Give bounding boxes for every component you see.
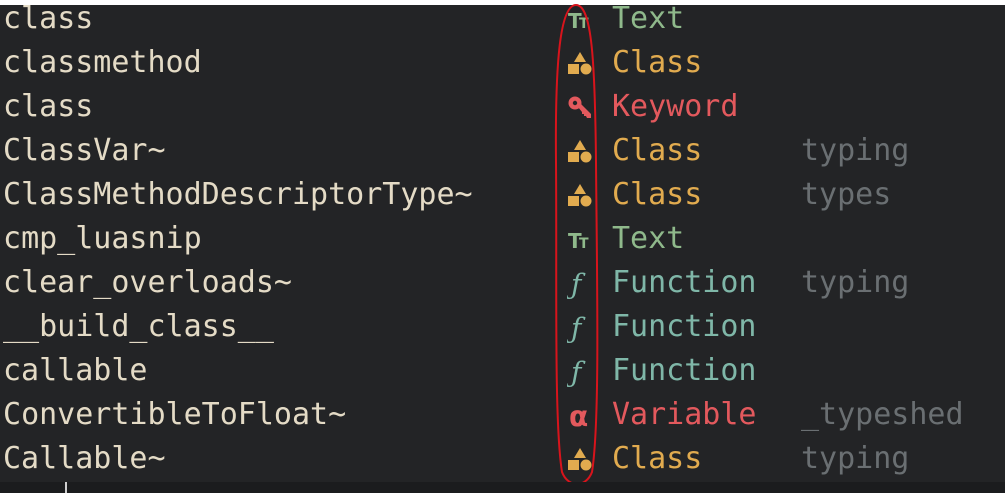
completion-word-rest: ear_overloads~ (39, 265, 292, 300)
svg-text:T: T (579, 16, 589, 32)
completion-word: callable (3, 349, 148, 393)
completion-word: cmp_luasnip (3, 217, 202, 261)
completion-word: ConvertibleToFloat~ (3, 393, 346, 437)
editor-screen: class TT Text classmethod Class class Ke… (0, 0, 1005, 493)
completion-word-match: __build_class__ (3, 309, 274, 344)
completion-item[interactable]: clear_overloads~ ƒ Function typing (0, 261, 1005, 305)
completion-word-rest: onvertibleToFloat~ (21, 397, 347, 432)
completion-word-rest: llable~ (39, 441, 166, 476)
text-cursor (65, 482, 67, 493)
keyword-icon (560, 85, 600, 129)
class-icon (560, 41, 600, 85)
svg-text:ƒ: ƒ (567, 314, 586, 344)
completion-kind: Variable (612, 397, 757, 432)
svg-text:ƒ: ƒ (567, 358, 586, 388)
completion-item[interactable]: callable ƒ Function (0, 349, 1005, 393)
text-icon: TT (560, 217, 600, 261)
completion-item[interactable]: classmethod Class (0, 41, 1005, 85)
text-icon: TT (560, 0, 600, 41)
completion-word-match: ca (3, 353, 40, 388)
completion-word-match: Cla (3, 133, 58, 168)
svg-text:T: T (579, 236, 589, 252)
completion-word-match: cla (3, 1, 58, 36)
completion-kind: Class (612, 133, 703, 168)
completion-word-match: Ca (3, 441, 40, 476)
completion-kind: Class (612, 45, 703, 80)
svg-text:α: α (569, 402, 588, 432)
completion-item[interactable]: ClassVar~ Class typing (0, 129, 1005, 173)
completion-source: _typeshed (801, 397, 964, 432)
completion-word-match: C (3, 397, 22, 432)
completion-word-rest: mp_luasnip (21, 221, 202, 256)
completion-word: __build_class__ (3, 305, 274, 349)
completion-item[interactable]: Callable~ Class typing (0, 437, 1005, 481)
completion-kind: Class (612, 177, 703, 212)
command-line-text (2, 484, 24, 493)
class-icon (560, 437, 600, 481)
completion-word: ClassVar~ (3, 129, 166, 173)
completion-kind: Function (612, 309, 757, 344)
completion-item[interactable]: class Keyword (0, 85, 1005, 129)
completion-source: types (801, 177, 892, 212)
completion-kind: Function (612, 265, 757, 300)
completion-word-match: cla (3, 89, 58, 124)
variable-icon: α (560, 393, 600, 437)
completion-word-rest: ss (57, 89, 94, 124)
completion-source: typing (801, 441, 910, 476)
command-line[interactable] (0, 482, 1005, 493)
completion-item[interactable]: __build_class__ ƒ Function (0, 305, 1005, 349)
completion-kind: Function (612, 353, 757, 388)
completion-word-rest: ssmethod (57, 45, 202, 80)
completion-kind: Text (612, 1, 685, 36)
completion-kind: Class (612, 441, 703, 476)
function-icon: ƒ (560, 349, 600, 393)
completion-word-match: c (3, 221, 22, 256)
completion-word: classmethod (3, 41, 202, 85)
completion-item[interactable]: ClassMethodDescriptorType~ Class types (0, 173, 1005, 217)
completion-kind: Keyword (612, 89, 739, 124)
completion-word-match: Cla (3, 177, 58, 212)
completion-item[interactable]: cmp_luasnip TT Text (0, 217, 1005, 261)
completion-word: class (3, 85, 93, 129)
completion-word-rest: ssVar~ (57, 133, 166, 168)
completion-kind: Text (612, 221, 685, 256)
completion-item[interactable]: class TT Text (0, 0, 1005, 41)
completion-word: Callable~ (3, 437, 166, 481)
completion-source: typing (801, 265, 910, 300)
function-icon: ƒ (560, 305, 600, 349)
completion-source: typing (801, 133, 910, 168)
completion-word-match: cla (3, 45, 58, 80)
completion-word-rest: ssMethodDescriptorType~ (57, 177, 473, 212)
completion-word: ClassMethodDescriptorType~ (3, 173, 473, 217)
svg-text:ƒ: ƒ (567, 270, 586, 300)
class-icon (560, 129, 600, 173)
completion-word: clear_overloads~ (3, 261, 292, 305)
completion-word-rest: llable (39, 353, 148, 388)
completion-word: class (3, 0, 93, 41)
function-icon: ƒ (560, 261, 600, 305)
class-icon (560, 173, 600, 217)
completion-word-rest: ss (57, 1, 94, 36)
completion-item[interactable]: ConvertibleToFloat~ α Variable _typeshed (0, 393, 1005, 437)
completion-word-match: cl (3, 265, 40, 300)
